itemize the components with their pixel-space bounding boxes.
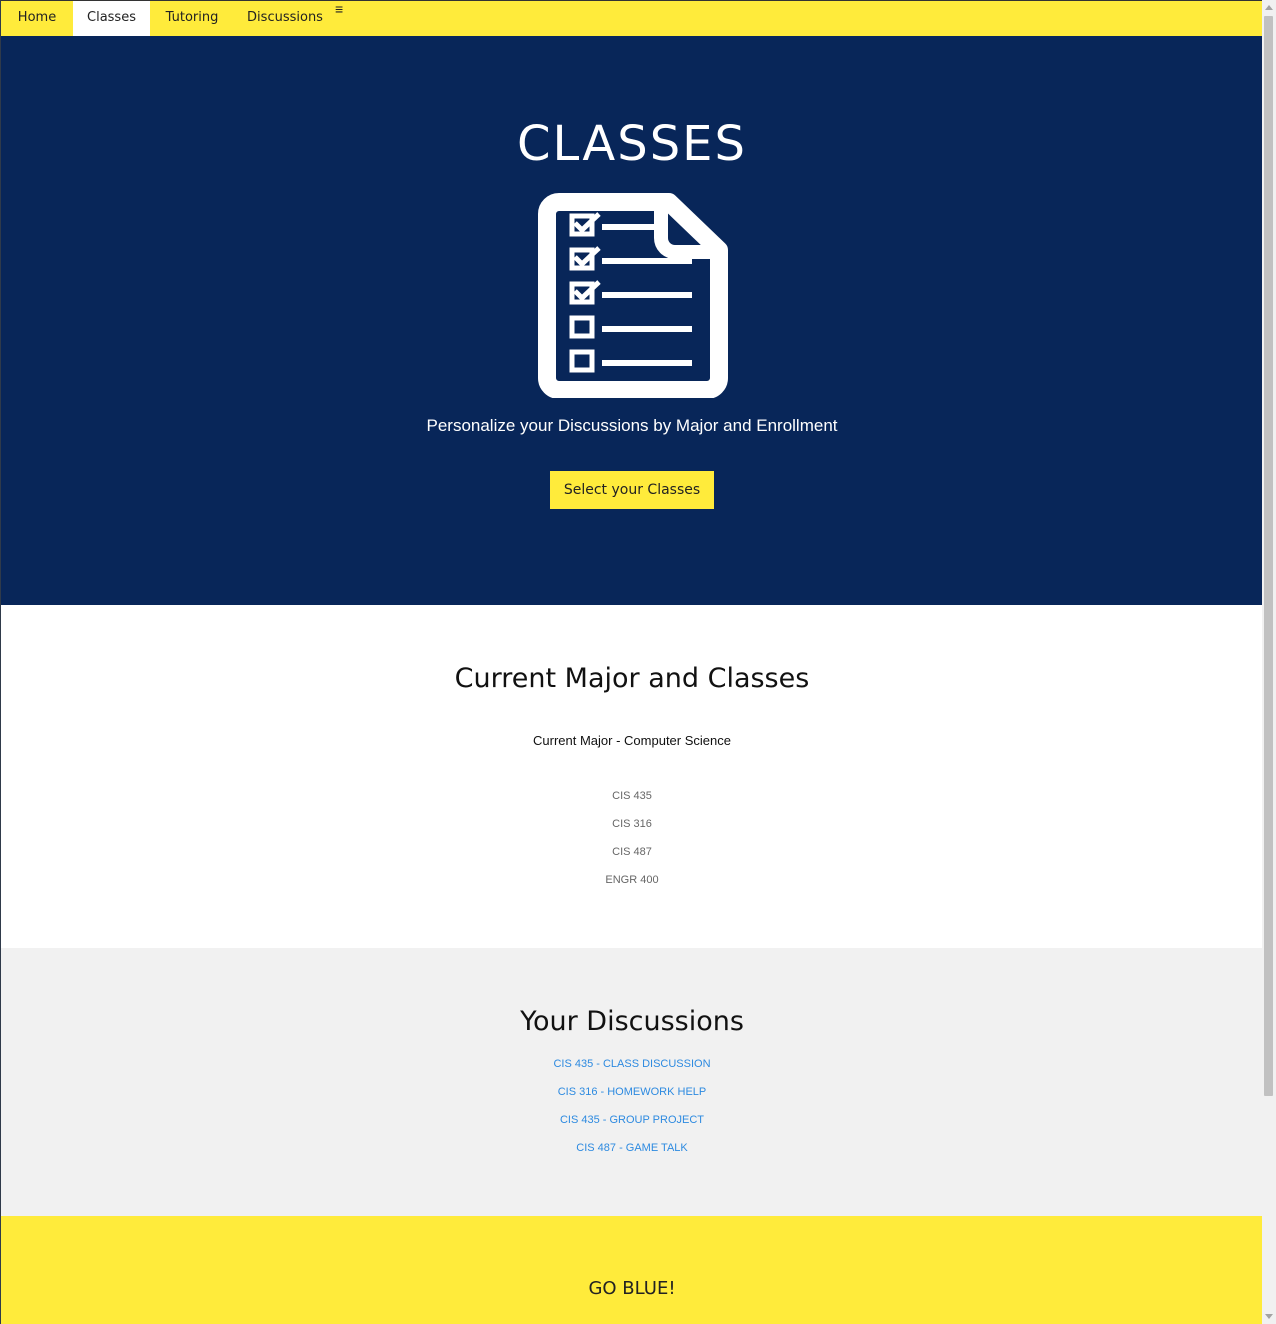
nav-item-discussions[interactable]: Discussions xyxy=(234,1,336,36)
top-nav: Home Classes Tutoring Discussions ≡ xyxy=(1,0,1262,36)
footer-text: GO BLUE! xyxy=(588,1278,676,1299)
nav-item-classes[interactable]: Classes xyxy=(73,1,150,36)
discussion-link[interactable]: CIS 435 - CLASS DISCUSSION xyxy=(553,1058,710,1070)
discussion-item: CIS 316 - HOMEWORK HELP xyxy=(1,1082,1262,1110)
discussion-item: CIS 435 - CLASS DISCUSSION xyxy=(1,1054,1262,1082)
class-list: CIS 435 CIS 316 CIS 487 ENGR 400 xyxy=(1,787,1262,899)
scrollbar-thumb[interactable] xyxy=(1264,16,1273,1096)
discussion-link[interactable]: CIS 316 - HOMEWORK HELP xyxy=(558,1086,707,1098)
discussion-item: CIS 487 - GAME TALK xyxy=(1,1138,1262,1166)
nav-item-home[interactable]: Home xyxy=(1,1,73,36)
scroll-down-arrow-icon[interactable] xyxy=(1265,1314,1273,1319)
discussion-link[interactable]: CIS 487 - GAME TALK xyxy=(576,1142,687,1154)
hero-section: CLASSES Personalize your Discussions by … xyxy=(1,36,1262,605)
current-major-title: Current Major and Classes xyxy=(454,663,810,694)
discussion-link[interactable]: CIS 435 - GROUP PROJECT xyxy=(560,1114,704,1126)
select-classes-button[interactable]: Select your Classes xyxy=(550,471,714,509)
nav-item-tutoring[interactable]: Tutoring xyxy=(150,1,234,36)
discussion-list: CIS 435 - CLASS DISCUSSION CIS 316 - HOM… xyxy=(1,1054,1262,1166)
footer: GO BLUE! xyxy=(1,1216,1262,1324)
current-major-section: Current Major and Classes Current Major … xyxy=(1,605,1262,948)
discussion-item: CIS 435 - GROUP PROJECT xyxy=(1,1110,1262,1138)
class-item: CIS 435 xyxy=(612,790,652,802)
discussions-section: Your Discussions CIS 435 - CLASS DISCUSS… xyxy=(1,948,1262,1216)
scroll-up-arrow-icon[interactable] xyxy=(1265,5,1273,10)
class-item: ENGR 400 xyxy=(605,874,659,886)
page: Home Classes Tutoring Discussions ≡ CLAS… xyxy=(0,0,1262,1324)
checklist-document-icon xyxy=(538,193,728,398)
hamburger-menu-icon[interactable]: ≡ xyxy=(335,2,343,16)
class-item: CIS 316 xyxy=(612,818,652,830)
discussions-title: Your Discussions xyxy=(520,1006,744,1037)
hero-subtitle: Personalize your Discussions by Major an… xyxy=(426,416,838,435)
class-item: CIS 487 xyxy=(612,846,652,858)
page-title: CLASSES xyxy=(517,116,747,172)
current-major-label: Current Major - Computer Science xyxy=(533,733,731,748)
vertical-scrollbar[interactable] xyxy=(1262,0,1276,1324)
